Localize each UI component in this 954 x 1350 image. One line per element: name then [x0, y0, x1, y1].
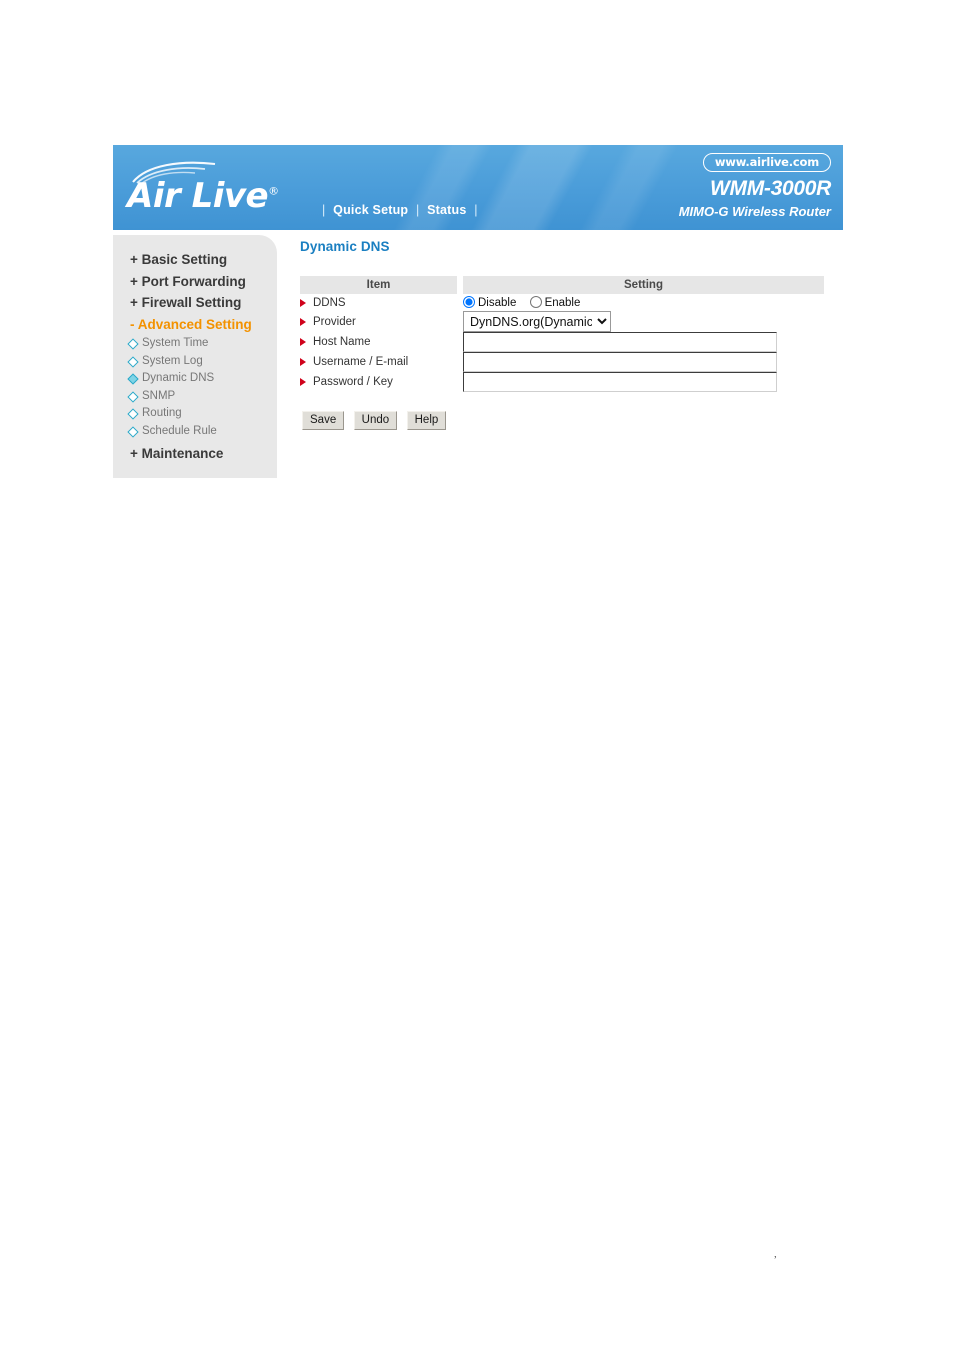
row-setting-ddns: Disable Enable: [463, 294, 824, 311]
nav-separator-0: |: [322, 203, 326, 217]
red-arrow-icon: [300, 298, 306, 307]
sidebar-item-label: System Time: [142, 337, 209, 349]
table-row: Provider DynDNS.org(Dynamic) DynDNS.org(…: [300, 311, 824, 332]
provider-select[interactable]: DynDNS.org(Dynamic) DynDNS.org(Custom) D…: [463, 311, 611, 332]
sidebar-item-label: SNMP: [142, 389, 176, 402]
row-label-text: Host Name: [313, 336, 371, 348]
password-key-input[interactable]: [463, 372, 777, 392]
sidebar-item-label: Dynamic DNS: [142, 372, 215, 384]
main-content: Dynamic DNS Item Setting DDNS Disable En…: [300, 230, 830, 430]
row-label-text: DDNS: [313, 296, 346, 309]
radio-label-disable: Disable: [478, 297, 517, 309]
diamond-bullet-icon: [127, 390, 139, 403]
diamond-bullet-icon: [127, 355, 139, 368]
radio-option-enable[interactable]: Enable: [529, 296, 581, 309]
sidebar-item-port-forwarding[interactable]: + Port Forwarding: [113, 271, 277, 293]
row-label-text: Password / Key: [313, 376, 393, 388]
table-header-row: Item Setting: [300, 276, 824, 294]
brand-website-badge: www.airlive.com: [702, 153, 831, 172]
sidebar-item-firewall-setting[interactable]: + Firewall Setting: [113, 292, 277, 314]
row-setting-host-name: [463, 332, 824, 352]
nav-link-status[interactable]: Status: [427, 203, 466, 217]
red-arrow-icon: [300, 317, 306, 326]
sidebar-navigation: + Basic Setting + Port Forwarding + Fire…: [113, 235, 277, 478]
column-header-setting: Setting: [463, 276, 824, 294]
table-row: Password / Key: [300, 372, 824, 392]
radio-label-enable: Enable: [544, 297, 581, 309]
row-setting-username-email: [463, 352, 824, 372]
row-setting-provider: DynDNS.org(Dynamic) DynDNS.org(Custom) D…: [463, 311, 824, 332]
sidebar-item-schedule-rule[interactable]: Schedule Rule: [113, 423, 277, 441]
sidebar-item-routing[interactable]: Routing: [113, 405, 277, 423]
sidebar-item-dynamic-dns[interactable]: Dynamic DNS: [113, 370, 277, 388]
sidebar-item-system-log[interactable]: System Log: [113, 353, 277, 371]
ddns-enable-radio[interactable]: [529, 296, 542, 308]
ddns-radio-group: Disable Enable: [463, 296, 824, 309]
logo-wordmark: Air Live®: [127, 179, 279, 213]
table-row: Host Name: [300, 332, 824, 352]
page-stray-mark: ,: [774, 1248, 777, 1260]
top-navigation: | Quick Setup | Status |: [318, 203, 482, 217]
table-row: Username / E-mail: [300, 352, 824, 372]
column-header-item: Item: [300, 276, 457, 294]
username-email-input[interactable]: [463, 352, 777, 372]
undo-button[interactable]: Undo: [353, 411, 398, 430]
diamond-bullet-icon: [127, 373, 139, 385]
red-arrow-icon: [300, 338, 306, 346]
red-arrow-icon: [300, 378, 306, 386]
sidebar-item-advanced-setting[interactable]: - Advanced Setting: [113, 314, 277, 336]
row-label-host-name: Host Name: [300, 332, 457, 352]
airlive-logo: Air Live®: [127, 161, 327, 221]
host-name-input[interactable]: [463, 332, 777, 352]
logo-wordmark-text: Air Live: [127, 176, 269, 216]
diamond-bullet-icon: [127, 425, 139, 438]
ddns-disable-radio[interactable]: [463, 296, 475, 308]
row-label-ddns: DDNS: [300, 294, 457, 311]
row-label-text: Provider: [313, 315, 356, 328]
nav-separator-2: |: [474, 203, 478, 217]
row-label-text: Username / E-mail: [313, 356, 409, 368]
nav-link-quick-setup[interactable]: Quick Setup: [333, 203, 408, 217]
form-action-buttons: Save Undo Help: [300, 410, 830, 430]
sidebar-item-label: Schedule Rule: [142, 424, 217, 437]
sidebar-item-maintenance[interactable]: + Maintenance: [113, 443, 277, 465]
save-button[interactable]: Save: [302, 411, 345, 430]
logo-registered-mark: ®: [268, 184, 279, 198]
row-label-password-key: Password / Key: [300, 372, 457, 392]
product-model-name: WMM-3000R: [710, 177, 831, 200]
dynamic-dns-settings-table: Item Setting DDNS Disable Enable Provide…: [300, 276, 824, 392]
row-label-username-email: Username / E-mail: [300, 352, 457, 372]
product-model-description: MIMO-G Wireless Router: [678, 204, 831, 219]
sidebar-item-snmp[interactable]: SNMP: [113, 388, 277, 406]
sidebar-item-label: Routing: [142, 407, 182, 419]
sidebar-item-basic-setting[interactable]: + Basic Setting: [113, 249, 277, 271]
radio-option-disable[interactable]: Disable: [463, 296, 520, 309]
row-label-provider: Provider: [300, 311, 457, 332]
sidebar-item-label: System Log: [142, 354, 203, 367]
table-row: DDNS Disable Enable: [300, 294, 824, 311]
red-arrow-icon: [300, 358, 306, 366]
row-setting-password-key: [463, 372, 824, 392]
diamond-bullet-icon: [127, 338, 139, 350]
nav-separator-1: |: [415, 203, 420, 217]
sidebar-item-system-time[interactable]: System Time: [113, 335, 277, 353]
page-body: + Basic Setting + Port Forwarding + Fire…: [113, 230, 843, 485]
diamond-bullet-icon: [127, 408, 139, 420]
help-button[interactable]: Help: [406, 411, 447, 430]
page-header-banner: Air Live® | Quick Setup | Status | www.a…: [113, 145, 843, 230]
page-title: Dynamic DNS: [300, 239, 390, 254]
router-admin-page: Air Live® | Quick Setup | Status | www.a…: [113, 145, 843, 485]
